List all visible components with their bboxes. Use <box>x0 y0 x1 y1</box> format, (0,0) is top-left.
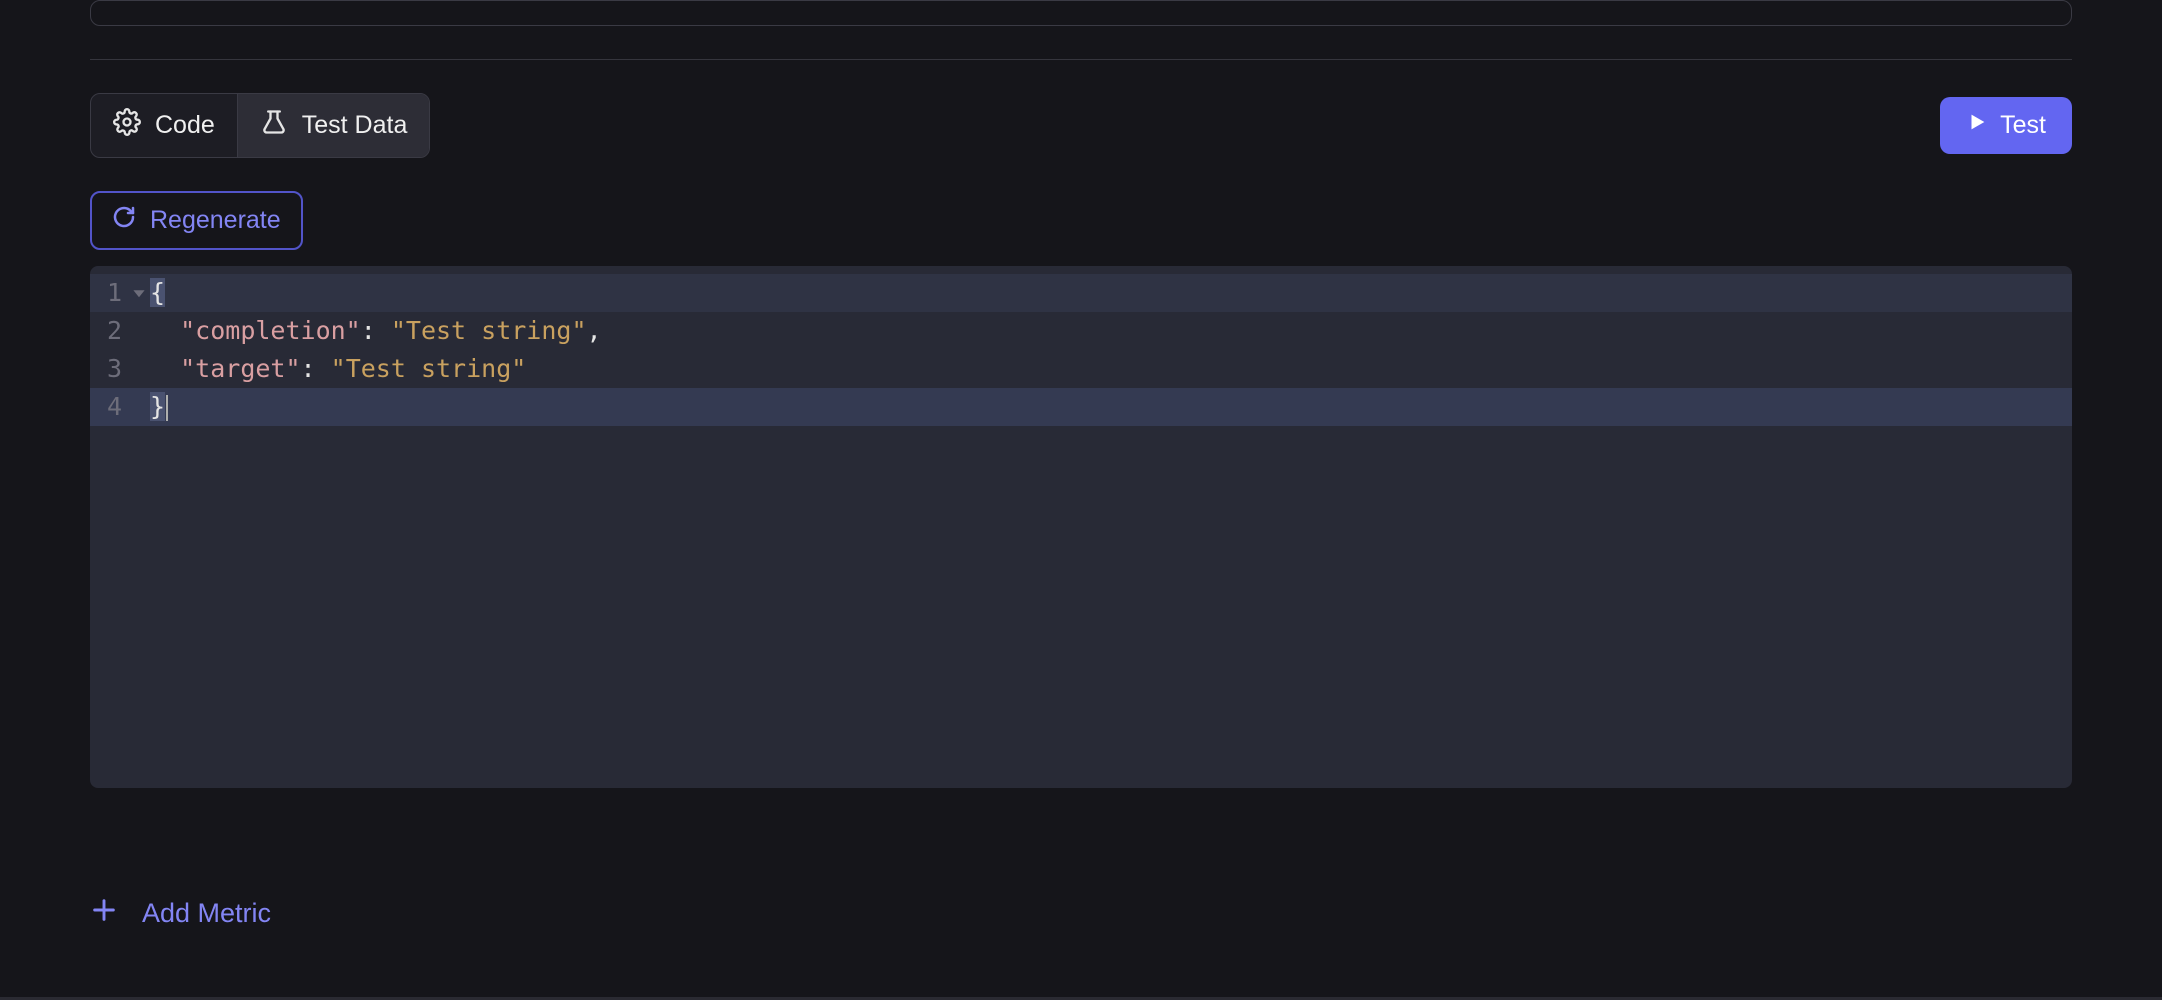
add-metric-button[interactable]: Add Metric <box>90 896 271 931</box>
line-number: 1 <box>90 274 128 312</box>
section-divider <box>90 59 2072 60</box>
regenerate-button[interactable]: Regenerate <box>90 191 303 250</box>
tab-test-data[interactable]: Test Data <box>238 94 430 157</box>
line-number: 4 <box>90 388 128 426</box>
plus-icon <box>90 896 118 931</box>
add-metric-label: Add Metric <box>142 898 271 929</box>
tab-group: Code Test Data <box>90 93 430 158</box>
code-editor[interactable]: 1 { 2 "completion": "Test string", 3 "ta… <box>90 266 2072 788</box>
flask-icon <box>260 108 288 143</box>
tab-code-label: Code <box>155 111 215 140</box>
code-line[interactable]: 3 "target": "Test string" <box>90 350 2072 388</box>
gear-icon <box>113 108 141 143</box>
test-button[interactable]: Test <box>1940 97 2072 154</box>
line-number: 3 <box>90 350 128 388</box>
code-content: { <box>150 274 165 312</box>
code-line[interactable]: 1 { <box>90 274 2072 312</box>
code-line[interactable]: 2 "completion": "Test string", <box>90 312 2072 350</box>
tab-code[interactable]: Code <box>91 94 237 157</box>
code-content: "target": "Test string" <box>150 350 526 388</box>
code-content: "completion": "Test string", <box>150 312 602 350</box>
play-icon <box>1966 111 1988 140</box>
tab-test-data-label: Test Data <box>302 111 408 140</box>
text-cursor <box>166 395 168 421</box>
top-input-area[interactable] <box>90 0 2072 26</box>
line-number: 2 <box>90 312 128 350</box>
fold-chevron-icon[interactable] <box>128 286 150 300</box>
refresh-icon <box>112 205 136 236</box>
toolbar: Code Test Data Test <box>90 93 2072 158</box>
regenerate-button-label: Regenerate <box>150 206 281 235</box>
code-line[interactable]: 4 } <box>90 388 2072 426</box>
code-content: } <box>150 388 168 426</box>
test-button-label: Test <box>2000 111 2046 140</box>
